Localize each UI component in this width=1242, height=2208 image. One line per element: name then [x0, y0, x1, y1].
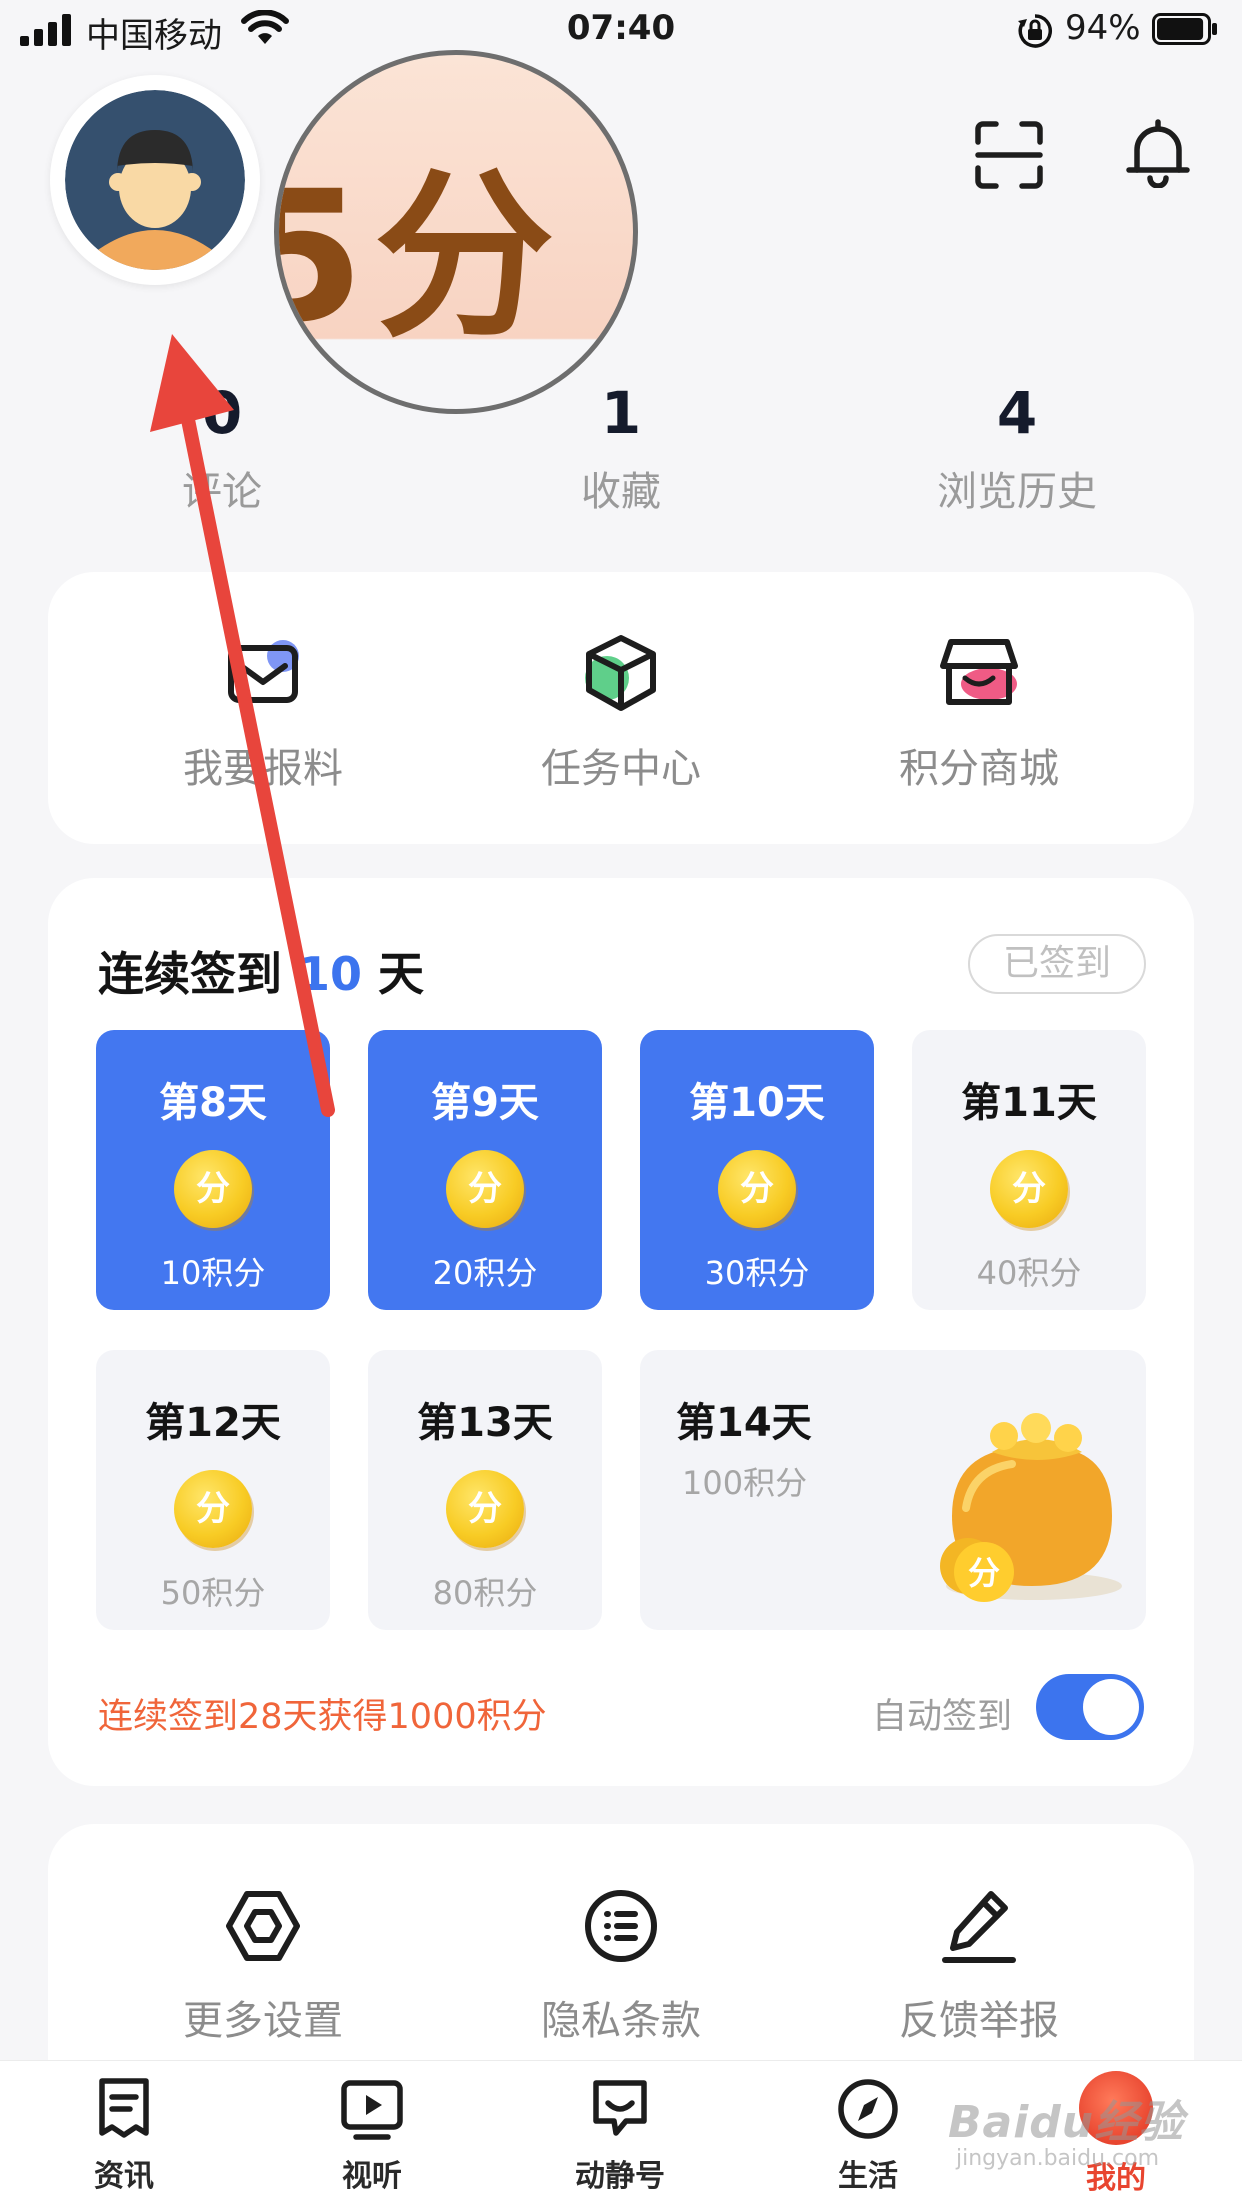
cellular-signal-icon — [20, 14, 71, 46]
pen-icon — [942, 1891, 1016, 1963]
stat-value: 1 — [600, 379, 642, 447]
stat-history[interactable]: 4 浏览历史 — [867, 380, 1167, 517]
feedback-report-label: 反馈举报 — [899, 1998, 1059, 2044]
signin-day-13[interactable]: 第13天 分 80积分 — [368, 1350, 602, 1630]
points-store-icon — [940, 639, 1018, 705]
signin-day-11[interactable]: 第11天 分 40积分 — [912, 1030, 1146, 1310]
watermark-logo: Baidu经验 — [948, 2097, 1185, 2148]
avatar — [65, 90, 245, 270]
day-title: 第12天 — [145, 1400, 281, 1446]
auto-signin-label: 自动签到 — [872, 1697, 1013, 1737]
list-circle-icon — [585, 1890, 657, 1962]
stat-label: 收藏 — [581, 468, 661, 515]
day-title: 第13天 — [417, 1400, 553, 1446]
day-points: 80积分 — [432, 1574, 538, 1612]
toggle-knob — [1083, 1679, 1139, 1735]
signin-title-prefix: 连续签到 — [98, 947, 282, 1001]
gold-pot-icon: 分 — [940, 1413, 1122, 1602]
stat-label: 评论 — [182, 468, 262, 515]
signin-title-suffix: 天 — [378, 947, 425, 1001]
coin-icon: 分 — [446, 1470, 524, 1548]
signin-day-14[interactable]: 第14天 100积分 分 — [640, 1350, 1146, 1630]
svg-text:分: 分 — [968, 1554, 1000, 1592]
report-button[interactable]: 我要报料 — [98, 632, 428, 794]
tab-label: 视听 — [342, 2159, 402, 2194]
tab-dongjing[interactable]: 动静号 — [530, 2075, 710, 2195]
day-points: 40积分 — [976, 1254, 1082, 1292]
tab-video[interactable]: 视听 — [282, 2075, 462, 2195]
day-title: 第10天 — [689, 1080, 825, 1126]
signin-day-9[interactable]: 第9天 分 20积分 — [368, 1030, 602, 1310]
more-settings-label: 更多设置 — [183, 1998, 343, 2044]
video-icon — [341, 2080, 403, 2140]
coin-icon: 分 — [174, 1150, 252, 1228]
task-cube-icon — [585, 635, 656, 711]
news-icon — [99, 2078, 149, 2138]
auto-signin-toggle[interactable] — [1036, 1674, 1144, 1740]
privacy-terms-button[interactable]: 隐私条款 — [456, 1886, 786, 2046]
day-title: 第9天 — [431, 1080, 539, 1126]
day-title: 第8天 — [159, 1080, 267, 1126]
scan-icon[interactable] — [974, 120, 1044, 190]
quick-actions-card: 我要报料 任务中心 积分商城 — [48, 572, 1194, 844]
magnifier-annotation: 5分 — [274, 50, 638, 414]
watermark-url: jingyan.baidu.com — [956, 2146, 1160, 2171]
points-store-label: 积分商城 — [899, 746, 1059, 792]
day-points: 10积分 — [160, 1254, 266, 1292]
battery-icon — [1152, 13, 1217, 45]
battery-percent: 94% — [1065, 8, 1141, 48]
magnified-text: 5分 — [279, 153, 565, 362]
signin-day-12[interactable]: 第12天 分 50积分 — [96, 1350, 330, 1630]
tab-news[interactable]: 资讯 — [34, 2075, 214, 2195]
tab-life[interactable]: 生活 — [778, 2075, 958, 2195]
signin-day-8[interactable]: 第8天 分 10积分 — [96, 1030, 330, 1310]
coin-icon: 分 — [718, 1150, 796, 1228]
signed-in-button[interactable]: 已签到 — [968, 934, 1146, 994]
wifi-icon — [241, 10, 289, 44]
task-center-button[interactable]: 任务中心 — [456, 632, 786, 794]
stat-value: 4 — [996, 379, 1038, 447]
coin-icon: 分 — [446, 1150, 524, 1228]
stat-comments[interactable]: 0 评论 — [72, 380, 372, 517]
streak-bonus-note: 连续签到28天获得1000积分 — [98, 1697, 547, 1737]
orientation-lock-icon — [1018, 14, 1052, 48]
coin-icon: 分 — [990, 1150, 1068, 1228]
compass-icon — [838, 2079, 898, 2139]
points-store-button[interactable]: 积分商城 — [814, 632, 1144, 794]
report-label: 我要报料 — [183, 746, 343, 792]
avatar-button[interactable] — [50, 75, 260, 285]
task-center-label: 任务中心 — [541, 746, 701, 792]
stat-label: 浏览历史 — [937, 468, 1097, 515]
signin-day-10[interactable]: 第10天 分 30积分 — [640, 1030, 874, 1310]
tab-label: 生活 — [838, 2159, 898, 2194]
coin-icon: 分 — [174, 1470, 252, 1548]
carrier-name: 中国移动 — [86, 16, 222, 56]
day-points: 20积分 — [432, 1254, 538, 1292]
signin-card: 连续签到 10 天 已签到 第8天 分 10积分 第9天 分 20积分 第10天… — [48, 878, 1194, 1786]
stat-favorites[interactable]: 1 收藏 — [471, 380, 771, 517]
tab-label: 资讯 — [94, 2159, 154, 2194]
chat-icon — [593, 2080, 647, 2136]
status-bar: 中国移动 07:40 94% — [0, 0, 1242, 62]
hexagon-settings-icon — [226, 1891, 300, 1961]
privacy-terms-label: 隐私条款 — [541, 1998, 701, 2044]
stat-value: 0 — [201, 379, 243, 447]
bell-icon[interactable] — [1123, 118, 1193, 188]
day-points: 30积分 — [704, 1254, 810, 1292]
tab-label: 动静号 — [575, 2159, 665, 2194]
more-settings-button[interactable]: 更多设置 — [98, 1886, 428, 2046]
day-title: 第11天 — [961, 1080, 1097, 1126]
report-mail-icon — [228, 640, 299, 703]
day-points: 50积分 — [160, 1574, 266, 1612]
signin-streak-title: 连续签到 10 天 — [98, 938, 424, 1004]
signin-days-count: 10 — [298, 947, 363, 1001]
feedback-report-button[interactable]: 反馈举报 — [814, 1886, 1144, 2046]
